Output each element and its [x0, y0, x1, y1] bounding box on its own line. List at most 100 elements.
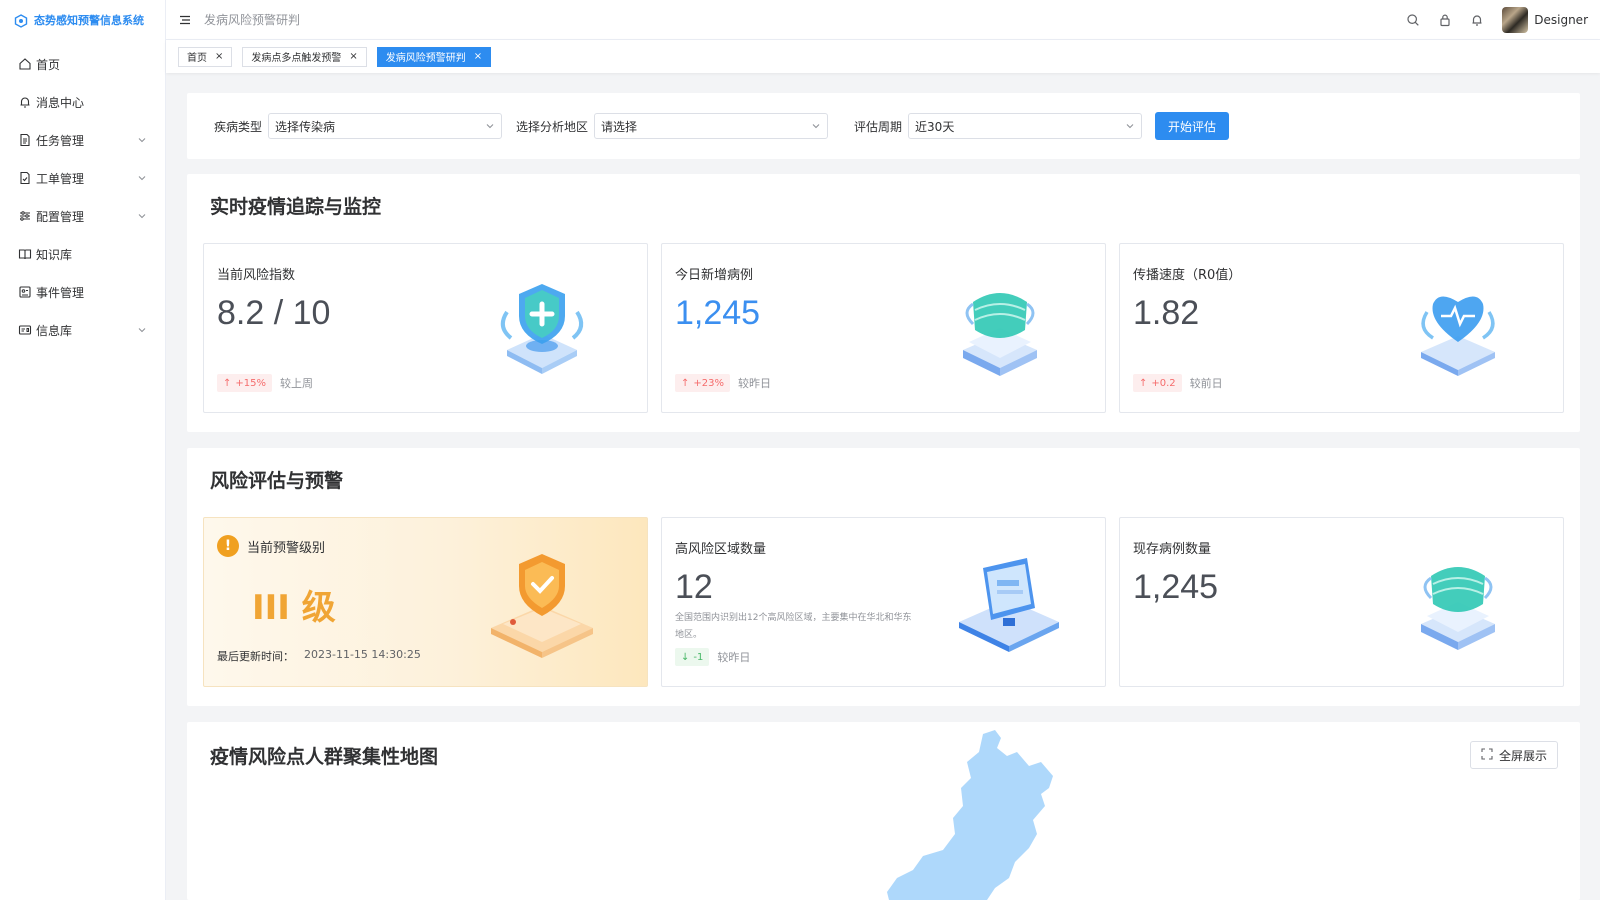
brand[interactable]: 态势感知预警信息系统: [0, 0, 165, 40]
sidebar-item-config[interactable]: 配置管理: [0, 198, 165, 234]
notification-bell-icon[interactable]: [1470, 13, 1484, 27]
sliders-icon: [18, 209, 32, 223]
compare-label: 较昨日: [738, 377, 771, 390]
breadcrumb: 发病风险预警研判: [204, 13, 301, 27]
search-icon[interactable]: [1406, 13, 1420, 27]
card-title: 今日新增病例: [675, 268, 754, 283]
sidebar-item-label: 首页: [36, 57, 61, 72]
shield-illustration-icon: [487, 272, 597, 382]
filter-panel: 疾病类型 选择传染病 选择分析地区 请选择 评估周期 近30天 开始评估: [187, 93, 1580, 159]
sidebar-item-infobase[interactable]: 信息库: [0, 312, 165, 348]
fullscreen-button[interactable]: 全屏展示: [1469, 741, 1558, 769]
tab-risk-assessment[interactable]: 发病风险预警研判 ×: [376, 46, 492, 67]
disease-type-select[interactable]: 选择传染病: [268, 113, 503, 139]
sidebar-item-home[interactable]: 首页: [0, 46, 165, 82]
new-cases-value: 1,245: [675, 294, 761, 332]
close-icon[interactable]: ×: [474, 51, 482, 62]
trend-value: +15%: [235, 377, 266, 389]
app-title: 态势感知预警信息系统: [34, 14, 144, 27]
tab-label: 首页: [187, 53, 207, 64]
event-icon: [18, 285, 32, 299]
chevron-down-icon: [811, 121, 821, 131]
region-label: 选择分析地区: [516, 119, 589, 134]
existing-cases-card: 现存病例数量 1,245: [1119, 517, 1564, 687]
sidebar-item-workorders[interactable]: 工单管理: [0, 160, 165, 196]
menu-toggle-icon[interactable]: [178, 13, 192, 27]
map-panel: 疫情风险点人群聚集性地图 全屏展示: [187, 722, 1580, 900]
new-cases-card: 今日新增病例 1,245 ↑ +23% 较昨日: [661, 243, 1106, 413]
sidebar-item-events[interactable]: 事件管理: [0, 274, 165, 310]
region-value: 请选择: [601, 119, 638, 134]
trend-down-badge: ↓ -1: [675, 648, 710, 666]
mask-illustration-icon: [945, 272, 1055, 382]
home-icon: [18, 57, 32, 71]
close-icon[interactable]: ×: [215, 51, 223, 62]
chevron-down-icon: [137, 173, 147, 183]
heart-illustration-icon: [1403, 272, 1513, 382]
sidebar-item-knowledge[interactable]: 知识库: [0, 236, 165, 272]
high-risk-areas-value: 12: [675, 568, 713, 606]
trend-up-badge: ↑ +23%: [675, 374, 730, 392]
chevron-down-icon: [485, 121, 495, 131]
sidebar-item-label: 事件管理: [36, 285, 85, 300]
period-value: 近30天: [915, 119, 955, 134]
file-check-icon: [18, 171, 32, 185]
close-icon[interactable]: ×: [349, 51, 357, 62]
sidebar-item-label: 任务管理: [36, 133, 85, 148]
last-updated-label: 最后更新时间：: [217, 650, 294, 663]
risk-index-value: 8.2 / 10: [217, 294, 331, 332]
existing-cases-value: 1,245: [1133, 568, 1219, 606]
card-title: 当前风险指数: [217, 268, 296, 283]
sidebar-item-tasks[interactable]: 任务管理: [0, 122, 165, 158]
region-map[interactable]: [883, 722, 1093, 900]
card-title: 高风险区域数量: [675, 542, 767, 557]
lock-icon[interactable]: [1438, 13, 1452, 27]
tabs-bar: 首页 × 发病点多点触发预警 × 发病风险预警研判 ×: [166, 40, 1600, 73]
warning-shield-illustration-icon: [477, 536, 607, 666]
user-name: Designer: [1534, 12, 1588, 27]
tab-multipoint-warning[interactable]: 发病点多点触发预警 ×: [242, 46, 367, 67]
compare-label: 较上周: [280, 377, 313, 390]
mask-illustration-icon: [1403, 546, 1513, 656]
sidebar-item-label: 信息库: [36, 323, 73, 338]
high-risk-areas-card: 高风险区域数量 12 全国范围内识别出12个高风险区域，主要集中在华北和华东地区…: [661, 517, 1106, 687]
period-label: 评估周期: [854, 119, 903, 134]
map-section-title: 疫情风险点人群聚集性地图: [210, 746, 439, 768]
warning-level-card: ! 当前预警级别 III 级 最后更新时间： 2023-11-15 14:30:…: [203, 517, 648, 687]
period-select[interactable]: 近30天: [908, 113, 1143, 139]
arrow-down-icon: ↓: [681, 651, 690, 663]
r0-card: 传播速度（R0值） 1.82 ↑ +0.2 较前日: [1119, 243, 1564, 413]
chevron-down-icon: [1125, 121, 1135, 131]
trend-row: ↑ +0.2 较前日: [1133, 374, 1223, 392]
chevron-down-icon: [137, 325, 147, 335]
bell-icon: [18, 95, 32, 109]
arrow-up-icon: ↑: [1139, 377, 1148, 389]
trend-value: +0.2: [1151, 377, 1176, 389]
card-title: 传播速度（R0值）: [1133, 268, 1242, 283]
warning-level-value: III 级: [252, 588, 336, 628]
avatar: [1502, 6, 1529, 33]
arrow-up-icon: ↑: [681, 377, 690, 389]
compare-label: 较前日: [1189, 377, 1223, 390]
disease-type-value: 选择传染病: [275, 119, 336, 134]
risk-section-title: 风险评估与预警: [210, 470, 344, 492]
trend-up-badge: ↑ +15%: [217, 374, 272, 392]
disease-type-label: 疾病类型: [214, 119, 263, 134]
start-assessment-button[interactable]: 开始评估: [1155, 112, 1230, 140]
sidebar-item-messages[interactable]: 消息中心: [0, 84, 165, 120]
logo-icon: [14, 13, 28, 28]
chevron-down-icon: [137, 135, 147, 145]
trend-row: ↑ +23% 较昨日: [675, 374, 771, 392]
trend-value: -1: [693, 651, 704, 663]
sidebar: 态势感知预警信息系统 首页 消息中心 任务管理 工单管理 配置管理 知识库 事件…: [0, 0, 166, 900]
document-icon: [18, 133, 32, 147]
tab-home[interactable]: 首页 ×: [178, 46, 233, 67]
sidebar-item-label: 配置管理: [36, 209, 85, 224]
risk-assessment-panel: 风险评估与预警 ! 当前预警级别 III 级 最后更新时间： 2023-11-1…: [187, 448, 1580, 706]
region-select[interactable]: 请选择: [594, 113, 829, 139]
fullscreen-label: 全屏展示: [1498, 748, 1547, 763]
fullscreen-icon: [1481, 747, 1493, 763]
high-risk-areas-description: 全国范围内识别出12个高风险区域，主要集中在华北和华东地区。: [675, 613, 912, 640]
user-menu[interactable]: Designer: [1502, 6, 1588, 33]
exclamation-icon: !: [217, 535, 239, 557]
